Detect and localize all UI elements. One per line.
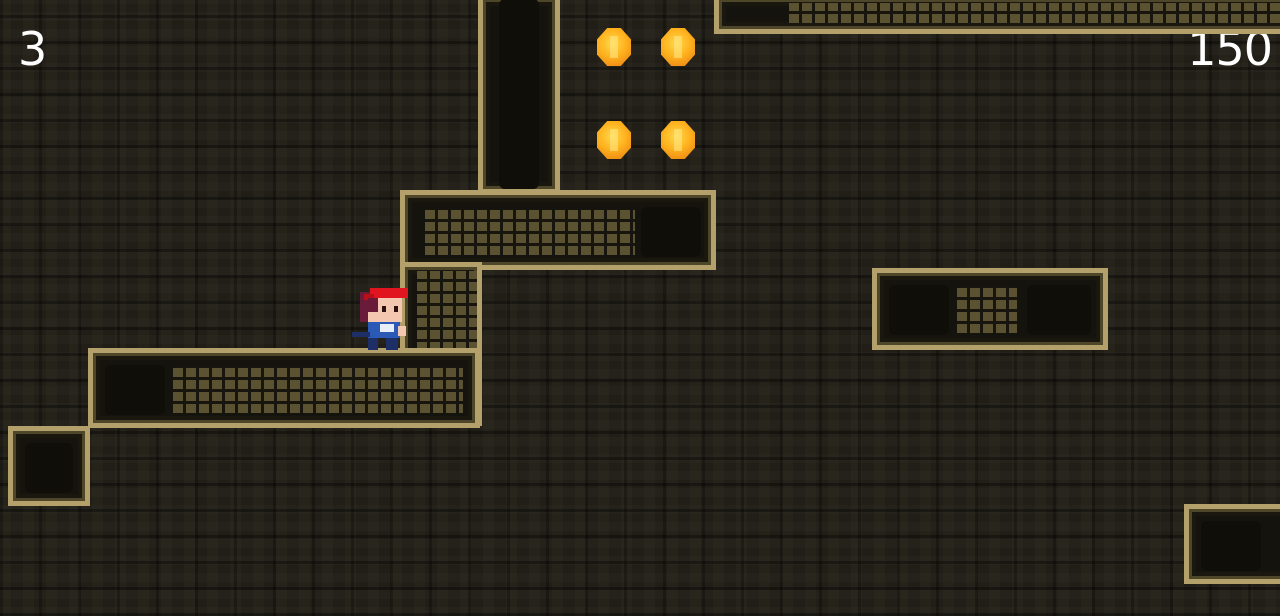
stone-pillar [478,0,560,194]
player-character-icon[interactable] [352,286,412,352]
coin-icon[interactable] [661,28,695,66]
game-viewport[interactable]: 3 150 [0,0,1280,616]
stone-block-bottom-right [1184,504,1280,584]
stone-ceiling-ledge [714,0,1280,34]
coin-icon[interactable] [597,28,631,66]
lives-counter: 3 [18,22,47,76]
stone-platform-right [872,268,1108,350]
coin-icon[interactable] [661,121,695,159]
stone-platform-main [88,348,480,428]
stone-block-small-left [8,426,90,506]
coin-icon[interactable] [597,121,631,159]
stone-platform-upper [400,190,716,270]
